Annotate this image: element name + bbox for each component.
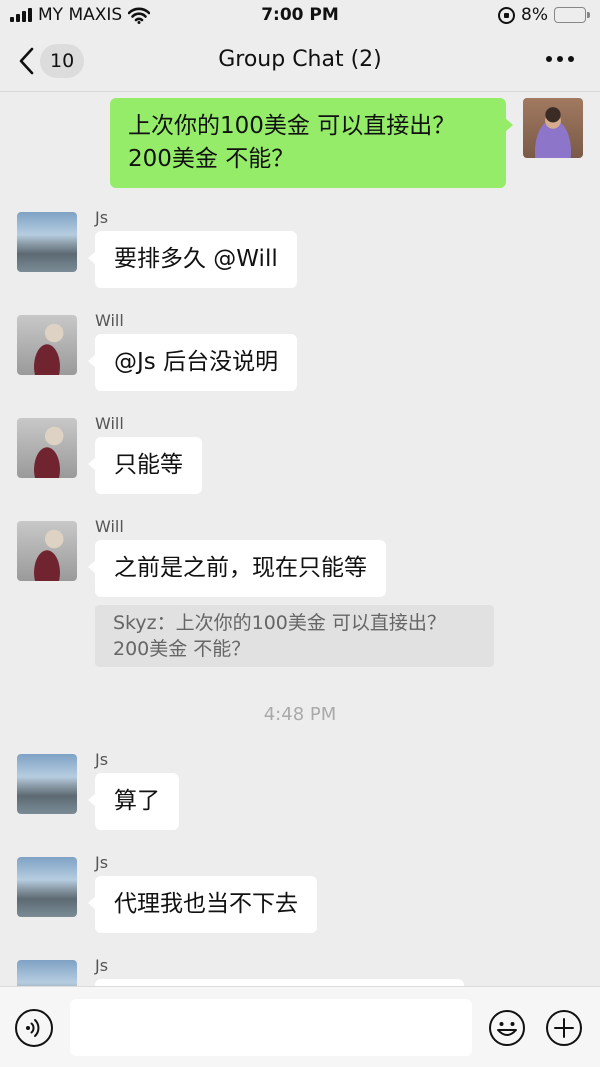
input-bar (0, 986, 600, 1067)
message-list[interactable]: 上次你的100美金 可以直接出？200美金 不能？ Js 要排多久 @Will … (0, 93, 600, 986)
sender-name: Js (95, 750, 109, 769)
voice-icon (26, 1019, 40, 1037)
more-button[interactable] (546, 56, 574, 62)
sender-name: Js (95, 208, 109, 227)
will-avatar[interactable] (17, 315, 77, 375)
message-bubble[interactable]: 代理我也当不下去 (88, 876, 317, 933)
sender-name: Will (95, 517, 124, 536)
more-icon (546, 56, 574, 62)
quoted-message[interactable]: Skyz：上次你的100美金 可以直接出？200美金 不能？ (95, 605, 494, 667)
timestamp: 4:48 PM (263, 704, 337, 725)
message-bubble[interactable]: @Js 后台没说明 (87, 334, 298, 391)
my-avatar[interactable] (523, 98, 583, 158)
js-avatar[interactable] (17, 960, 77, 986)
message-bubble[interactable]: 之前是之前，现在只能等 (88, 540, 386, 597)
will-avatar[interactable] (17, 418, 77, 478)
add-button[interactable] (545, 1009, 583, 1047)
sender-name: Will (95, 414, 124, 433)
js-avatar[interactable] (17, 857, 77, 917)
will-avatar[interactable] (17, 521, 77, 581)
emoji-icon (489, 1010, 525, 1046)
rotation-lock-icon (498, 6, 516, 24)
message-bubble[interactable]: 只能等 (88, 437, 202, 494)
sender-name: Js (95, 956, 109, 975)
js-avatar[interactable] (17, 212, 77, 272)
status-right: 8% (498, 5, 590, 25)
nav-bar: 10 Group Chat (2) (0, 32, 600, 92)
message-bubble[interactable] (95, 979, 464, 986)
battery-percent: 8% (521, 5, 548, 25)
message-bubble[interactable]: 算了 (88, 773, 179, 830)
chat-title: Group Chat (2) (218, 47, 382, 72)
voice-button[interactable] (15, 1009, 53, 1047)
plus-icon (546, 1010, 582, 1046)
sender-name: Js (95, 853, 109, 872)
status-bar: MY MAXIS 7:00 PM 8% (0, 0, 600, 32)
sender-name: Will (95, 311, 124, 330)
js-avatar[interactable] (17, 754, 77, 814)
my-message-bubble[interactable]: 上次你的100美金 可以直接出？200美金 不能？ (110, 98, 513, 188)
battery-icon (554, 7, 590, 23)
message-bubble[interactable]: 要排多久 @Will (88, 231, 297, 288)
emoji-button[interactable] (488, 1009, 526, 1047)
message-input[interactable] (70, 999, 472, 1056)
